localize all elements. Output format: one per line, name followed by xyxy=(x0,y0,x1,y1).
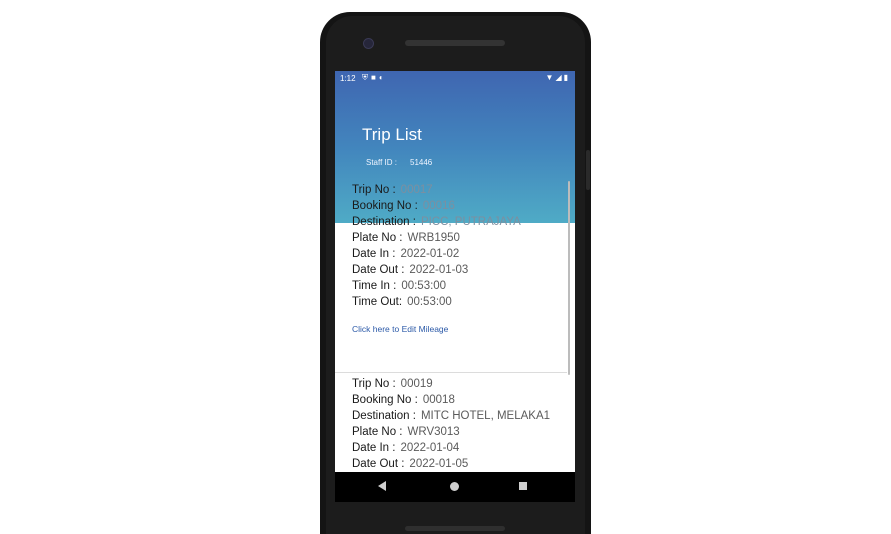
plate-no-row: Plate No : WRV3013 xyxy=(352,426,460,438)
destination-row: Destination : PICC, PUTRAJAYA xyxy=(352,216,521,228)
plate-no-value: WRB1950 xyxy=(407,232,460,244)
destination-value: MITC HOTEL, MELAKA1 xyxy=(420,410,551,422)
app-screen: 1:12 ⛨■◐ ▼◢▮ Trip List Staff ID : 51446 … xyxy=(335,71,575,472)
date-out-value: 2022-01-03 xyxy=(409,264,469,276)
status-time: 1:12 xyxy=(340,74,356,83)
sync-icon: ◐ xyxy=(378,73,387,82)
trip-no-label: Trip No : xyxy=(352,184,396,196)
trip-list[interactable]: Trip No : 00017 Booking No : 00016 Destina… xyxy=(335,181,575,472)
date-in-value: 2022-01-02 xyxy=(400,248,460,260)
trip-no-row: Trip No : 00019 xyxy=(352,378,433,390)
signal-icon: ◢ xyxy=(555,73,564,82)
time-in-value: 00:53:00 xyxy=(401,280,447,292)
back-icon[interactable] xyxy=(378,481,386,491)
plate-no-value: WRV3013 xyxy=(407,426,460,438)
booking-no-row: Booking No : 00018 xyxy=(352,394,455,406)
time-in-label: Time In : xyxy=(352,280,397,292)
destination-label: Destination : xyxy=(352,410,416,422)
plate-no-label: Plate No : xyxy=(352,232,403,244)
booking-no-value: 00016 xyxy=(422,200,455,212)
status-right-icons: ▼◢▮ xyxy=(546,73,570,82)
time-in-row: Time In : 00:53:00 xyxy=(352,280,446,292)
scrollbar[interactable] xyxy=(568,181,570,375)
booking-no-row: Booking No : 00016 xyxy=(352,200,455,212)
booking-no-value: 00018 xyxy=(422,394,455,406)
date-out-label: Date Out : xyxy=(352,458,405,470)
side-button xyxy=(586,150,590,190)
staff-id-value: 51446 xyxy=(410,158,433,167)
booking-no-label: Booking No : xyxy=(352,200,418,212)
time-out-value: 00:53:00 xyxy=(407,296,452,308)
date-out-row: Date Out : 2022-01-03 xyxy=(352,264,468,276)
destination-row: Destination : MITC HOTEL, MELAKA1 xyxy=(352,410,550,422)
front-camera xyxy=(363,38,374,49)
shield-icon: ⛨ xyxy=(362,73,371,82)
status-left-icons: ⛨■◐ xyxy=(362,73,387,83)
trip-no-value: 00019 xyxy=(400,378,433,390)
status-bar: 1:12 ⛨■◐ ▼◢▮ xyxy=(335,71,575,86)
booking-no-label: Booking No : xyxy=(352,394,418,406)
trip-no-label: Trip No : xyxy=(352,378,396,390)
plate-no-label: Plate No : xyxy=(352,426,403,438)
time-out-row: Time Out: 00:53:00 xyxy=(352,296,452,308)
card-divider xyxy=(335,372,567,373)
earpiece-speaker xyxy=(405,40,505,46)
destination-value: PICC, PUTRAJAYA xyxy=(420,216,521,228)
date-out-value: 2022-01-05 xyxy=(409,458,469,470)
destination-label: Destination : xyxy=(352,216,416,228)
bottom-speaker xyxy=(405,526,505,531)
battery-icon: ▮ xyxy=(563,73,570,82)
date-in-row: Date In : 2022-01-02 xyxy=(352,248,459,260)
system-nav-bar xyxy=(335,472,575,502)
date-out-label: Date Out : xyxy=(352,264,405,276)
home-icon[interactable] xyxy=(450,482,459,491)
time-out-label: Time Out: xyxy=(352,296,403,308)
trip-no-row: Trip No : 00017 xyxy=(352,184,433,196)
date-out-row: Date Out : 2022-01-05 xyxy=(352,458,468,470)
plate-no-row: Plate No : WRB1950 xyxy=(352,232,460,244)
wifi-icon: ▼ xyxy=(545,73,556,82)
date-in-value: 2022-01-04 xyxy=(400,442,460,454)
date-in-row: Date In : 2022-01-04 xyxy=(352,442,459,454)
sd-card-icon: ■ xyxy=(371,73,379,82)
date-in-label: Date In : xyxy=(352,442,396,454)
recents-icon[interactable] xyxy=(519,482,527,490)
trip-no-value: 00017 xyxy=(400,184,433,196)
edit-mileage-link[interactable]: Click here to Edit Mileage xyxy=(352,324,448,334)
date-in-label: Date In : xyxy=(352,248,396,260)
page-title: Trip List xyxy=(362,125,422,144)
staff-id-label: Staff ID : xyxy=(366,158,397,167)
